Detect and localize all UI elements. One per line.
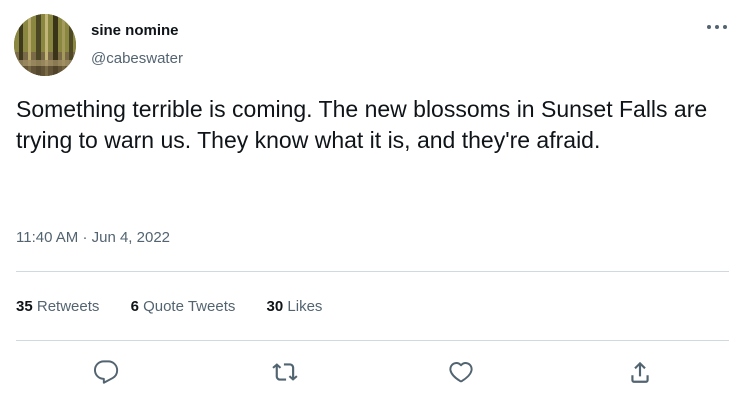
likes-stat[interactable]: 30 Likes <box>267 298 323 315</box>
likes-label: Likes <box>287 298 323 315</box>
retweets-stat[interactable]: 35 Retweets <box>16 298 99 315</box>
retweets-count: 35 <box>16 298 33 315</box>
avatar-image <box>14 14 76 76</box>
tweet-date[interactable]: Jun 4, 2022 <box>92 229 170 246</box>
tweet-timestamp: 11:40 AM · Jun 4, 2022 <box>16 229 170 246</box>
reply-icon <box>93 360 119 384</box>
tweet-text: Something terrible is coming. The new bl… <box>16 96 708 153</box>
share-icon <box>631 361 649 383</box>
share-button[interactable] <box>623 355 657 389</box>
timestamp-separator: · <box>82 229 88 246</box>
divider <box>16 340 729 341</box>
retweet-button[interactable] <box>268 355 302 389</box>
more-options-button[interactable] <box>700 14 734 40</box>
tweet-stats: 35 Retweets 6 Quote Tweets 30 Likes <box>16 298 349 315</box>
tweet-actions <box>0 355 745 389</box>
retweets-label: Retweets <box>36 298 100 315</box>
more-horizontal-icon <box>707 25 727 29</box>
tweet-time[interactable]: 11:40 AM <box>16 229 78 246</box>
reply-button[interactable] <box>89 355 123 389</box>
avatar[interactable] <box>14 14 76 76</box>
quote-tweets-stat[interactable]: 6 Quote Tweets <box>131 298 236 315</box>
retweet-icon <box>272 363 298 381</box>
heart-icon <box>449 362 473 383</box>
divider <box>16 271 729 272</box>
author-name[interactable]: sine nomine <box>91 22 179 39</box>
like-button[interactable] <box>444 355 478 389</box>
likes-count: 30 <box>266 298 284 315</box>
quote-tweets-count: 6 <box>130 298 139 315</box>
author-handle[interactable]: @cabeswater <box>91 50 183 67</box>
quote-tweets-label: Quote Tweets <box>143 298 236 315</box>
